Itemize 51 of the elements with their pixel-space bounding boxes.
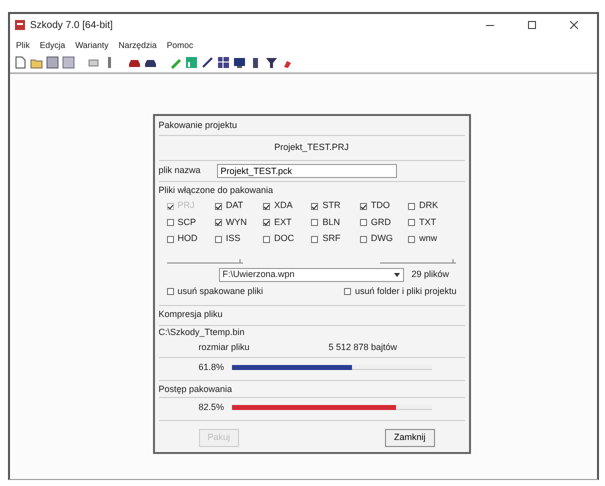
window-title: Szkody 7.0 [64-bit]	[30, 18, 114, 32]
file-type-checkbox[interactable]: BLN	[311, 216, 360, 230]
file-type-checkbox[interactable]: ISS	[214, 232, 264, 246]
file-type-checkbox[interactable]: DAT	[214, 199, 264, 213]
wrench-icon[interactable]	[201, 56, 214, 69]
file-type-checkbox[interactable]: wnw	[408, 232, 456, 246]
file-type-checkbox[interactable]: DOC	[263, 232, 312, 246]
group-label: Kompresja pliku	[158, 308, 224, 322]
new-file-icon[interactable]	[14, 56, 27, 69]
file-type-checkbox[interactable]: TXT	[408, 216, 456, 230]
file-type-checkbox[interactable]: WYN	[214, 216, 264, 230]
file-size: 5 512 878 bajtów	[328, 341, 398, 354]
option-checkbox[interactable]: usuń folder i pliki projektu	[344, 284, 456, 298]
slider-track[interactable]	[166, 258, 244, 265]
slider-track[interactable]	[380, 258, 456, 265]
dialog-title: Pakowanie projektu	[158, 118, 238, 132]
option-checkbox[interactable]: usuń spakowane pliki	[166, 284, 264, 298]
file-type-checkbox[interactable]: SRF	[311, 232, 360, 246]
group-label: Postęp pakowania	[158, 383, 234, 396]
close-dialog-button[interactable]: Zamknij	[384, 429, 434, 447]
file-type-checkbox[interactable]: DWG	[360, 232, 408, 246]
grid-icon[interactable]	[217, 56, 230, 69]
folder-dropdown[interactable]: F:\Uwierzona.wpn	[218, 268, 404, 282]
file-type-checkbox[interactable]: EXT	[263, 216, 312, 230]
field-label: rozmiar pliku	[198, 341, 251, 354]
app-icon	[14, 19, 26, 31]
menu-item[interactable]: Plik	[16, 39, 30, 52]
field-label: plik nazwa	[158, 164, 201, 177]
menu-item[interactable]: Pomoc	[166, 39, 194, 52]
filter-icon[interactable]	[265, 56, 278, 69]
file-type-checkbox[interactable]: TDO	[360, 199, 408, 213]
group-label: Pliki włączone do pakowania	[158, 184, 274, 197]
file-type-checkbox[interactable]: STR	[311, 199, 360, 213]
percent-label: 61.8%	[198, 360, 224, 374]
file-type-checkbox[interactable]: XDA	[263, 199, 312, 213]
percent-label: 82.5%	[198, 400, 224, 414]
maximize-icon	[528, 21, 536, 29]
file-type-checkbox[interactable]: HOD	[166, 232, 215, 246]
menu-item[interactable]: Warianty	[75, 39, 108, 52]
monitor-icon[interactable]	[233, 56, 246, 69]
file-count: 29 plików	[412, 268, 450, 281]
menu-item[interactable]: Edycja	[40, 39, 66, 52]
menu-item[interactable]: Narzędzia	[118, 39, 157, 52]
close-icon	[570, 21, 578, 29]
caret-icon	[394, 272, 400, 277]
project-name: Projekt_TEST.PRJ	[158, 135, 464, 161]
file-type-checkbox[interactable]: SCP	[166, 216, 215, 230]
file-type-checkbox[interactable]: DRK	[408, 199, 456, 213]
file-name-field[interactable]: Projekt_TEST.pck	[216, 164, 397, 178]
file-type-checkbox[interactable]: GRD	[360, 216, 408, 230]
file-path: C:\Szkody_Ttemp.bin	[158, 324, 464, 340]
